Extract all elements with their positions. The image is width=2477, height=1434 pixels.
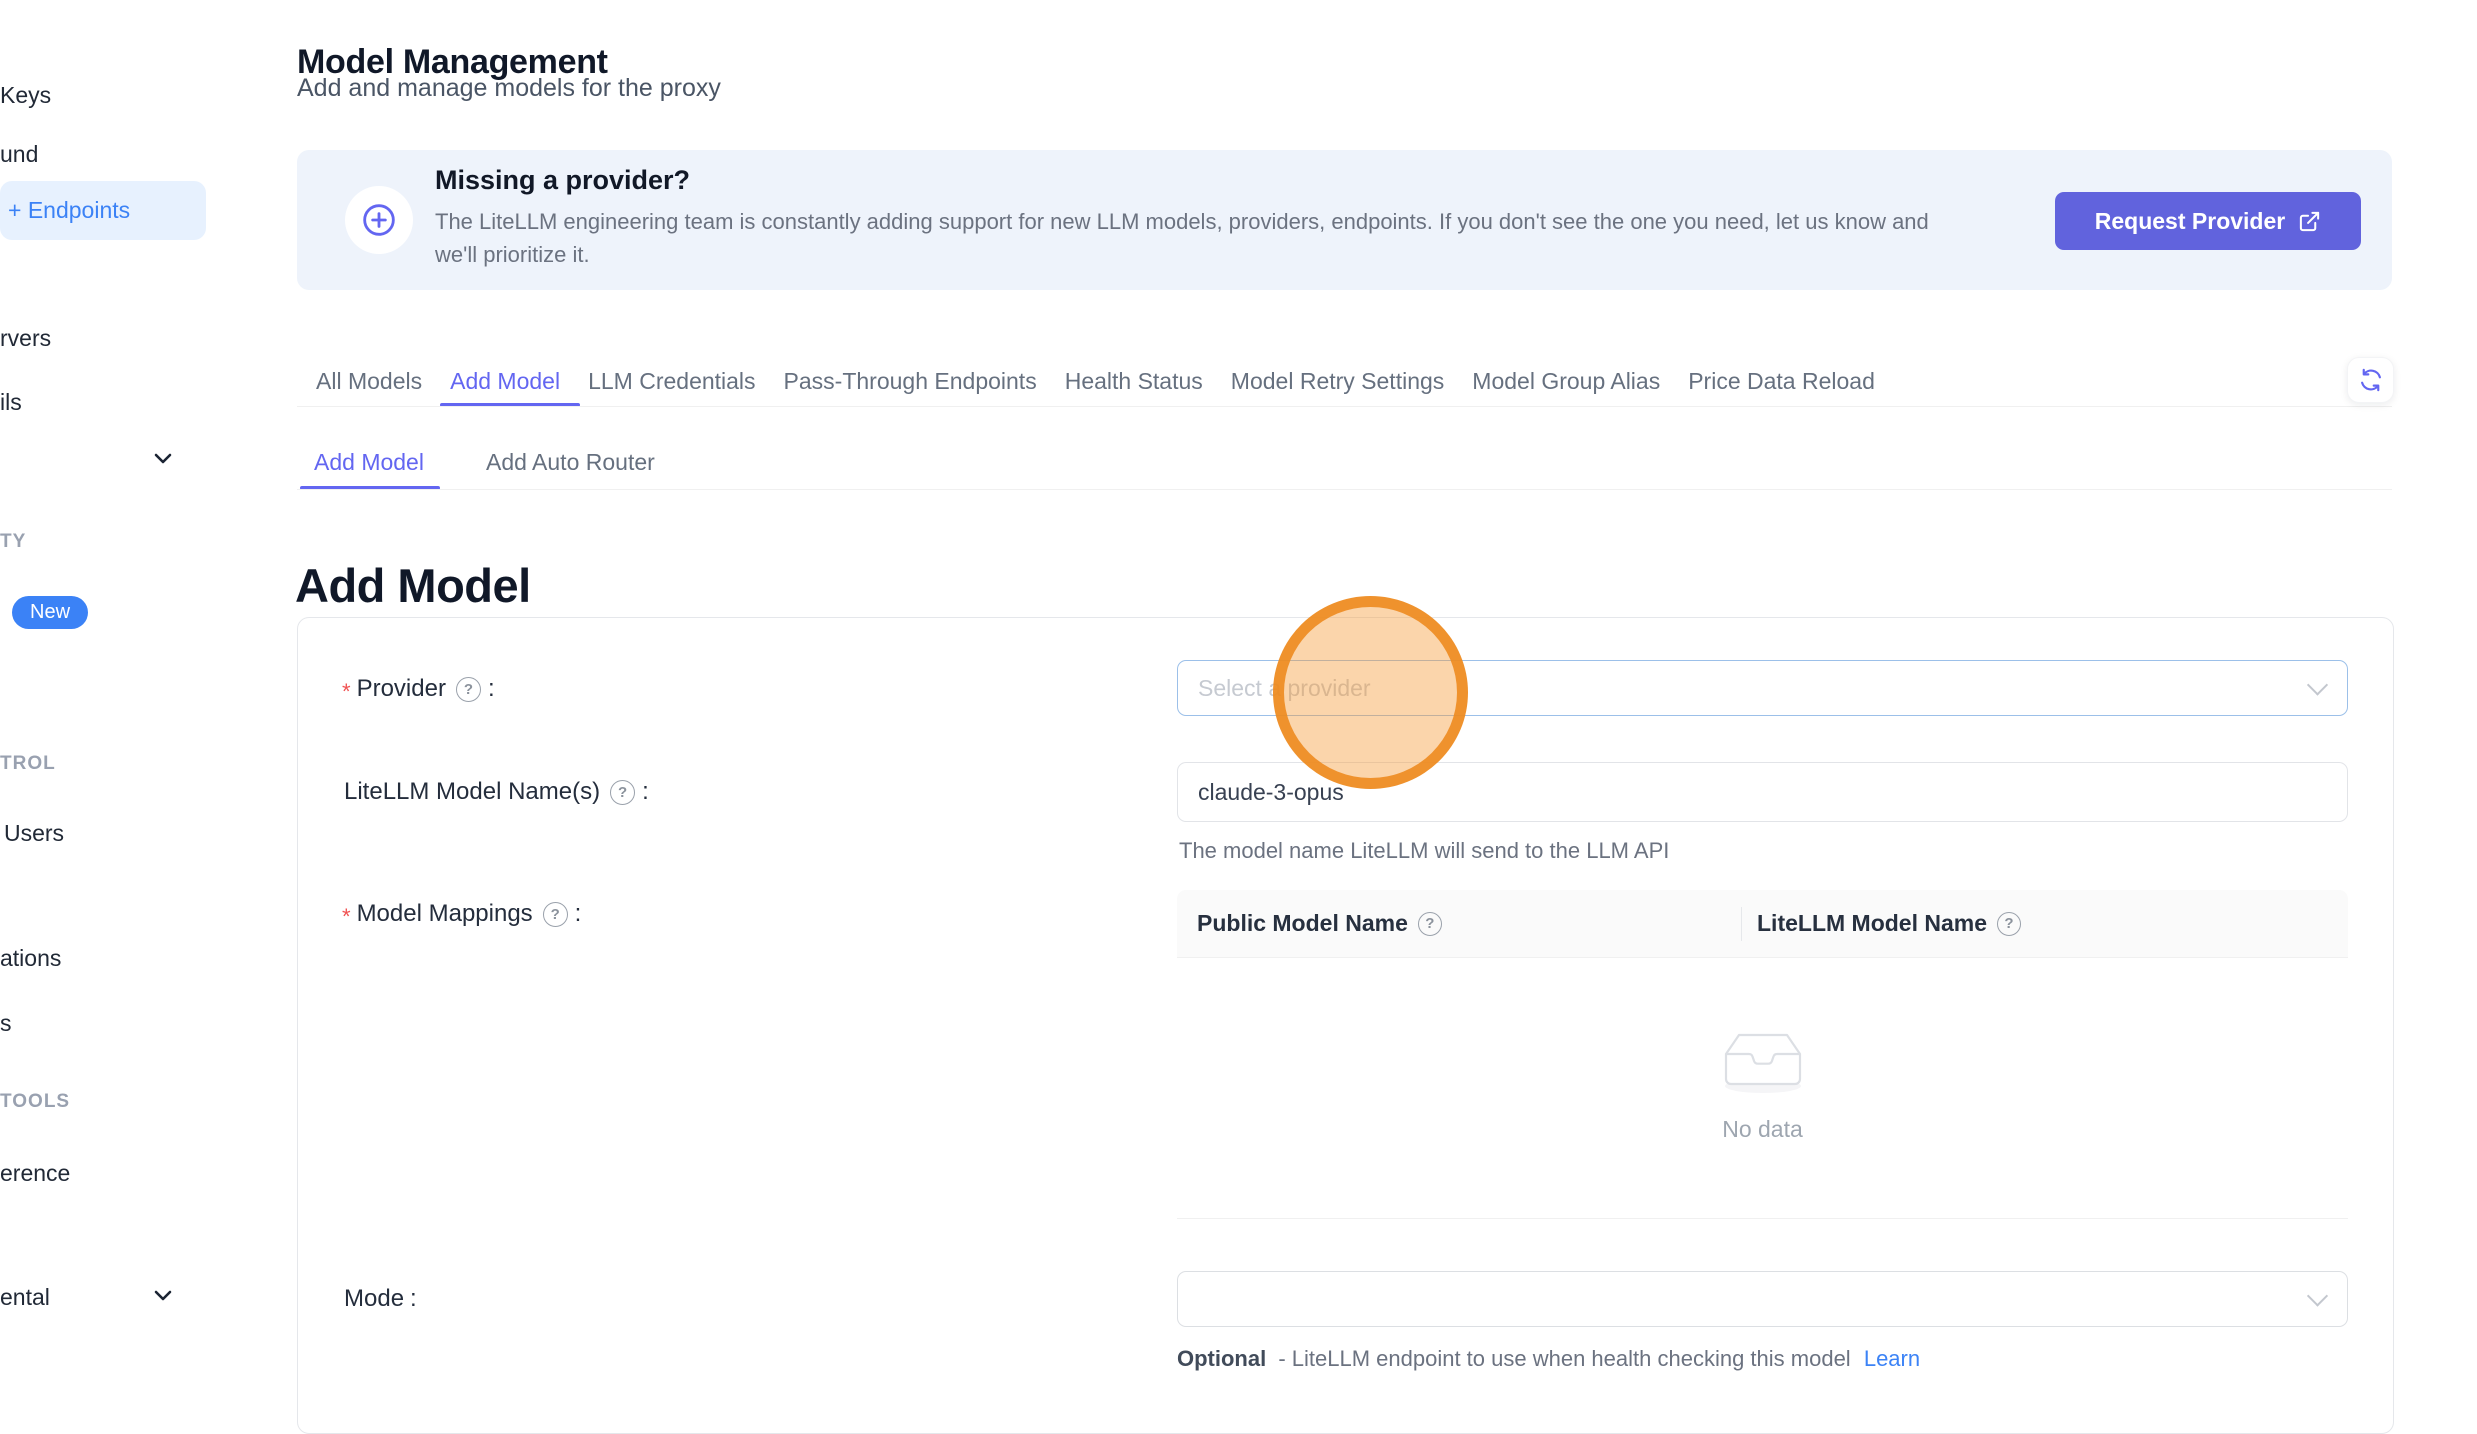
column-header-text: Public Model Name: [1197, 910, 1408, 937]
label-colon: :: [488, 675, 495, 703]
sidebar-item-servers[interactable]: rvers: [0, 325, 51, 352]
column-divider: [1741, 907, 1742, 941]
tab-price-data-reload[interactable]: Price Data Reload: [1688, 368, 1875, 395]
request-provider-label: Request Provider: [2095, 208, 2285, 235]
model-mappings-label: * Model Mappings ? :: [342, 898, 581, 930]
column-header-public-model-name: Public Model Name ?: [1177, 910, 1741, 937]
model-mappings-label-text: Model Mappings: [357, 900, 533, 928]
sidebar-section-ty: TY: [0, 531, 26, 553]
add-model-heading: Add Model: [295, 558, 531, 613]
mode-helper-text: - LiteLLM endpoint to use when health ch…: [1278, 1346, 1850, 1371]
sidebar-item-users[interactable]: Users: [4, 820, 64, 847]
model-mappings-table-header: Public Model Name ? LiteLLM Model Name ?: [1177, 890, 2348, 958]
banner-heading: Missing a provider?: [435, 165, 690, 196]
table-bottom-border: [1177, 1218, 2348, 1219]
help-icon[interactable]: ?: [610, 780, 635, 805]
tab-all-models[interactable]: All Models: [316, 368, 422, 395]
column-header-litellm-model-name: LiteLLM Model Name ?: [1741, 910, 2021, 937]
provider-select-placeholder: Select a provider: [1198, 661, 1371, 715]
tab-pass-through-endpoints[interactable]: Pass-Through Endpoints: [784, 368, 1037, 395]
chevron-down-icon: [2307, 674, 2328, 695]
tab-llm-credentials[interactable]: LLM Credentials: [588, 368, 755, 395]
tabs-divider: [297, 406, 2392, 407]
required-asterisk: *: [342, 679, 351, 705]
page: { "colors": { "accent": "#6366f1", "link…: [0, 0, 2477, 1385]
plus-circle-icon: [345, 186, 413, 254]
model-name-helper: The model name LiteLLM will send to the …: [1179, 838, 1669, 864]
tab-model-group-alias[interactable]: Model Group Alias: [1472, 368, 1660, 395]
help-icon[interactable]: ?: [456, 677, 481, 702]
sidebar-item-s[interactable]: s: [0, 1010, 12, 1037]
sidebar-item-organizations[interactable]: ations: [0, 945, 61, 972]
chevron-down-icon: [2307, 1285, 2328, 1306]
sidebar-item-endpoints-label: + Endpoints: [0, 197, 130, 224]
tab-health-status[interactable]: Health Status: [1065, 368, 1203, 395]
sidebar-item-erence[interactable]: erence: [0, 1160, 70, 1187]
sidebar-section-trol: TROL: [0, 753, 56, 775]
sidebar-section-tools: TOOLS: [0, 1091, 70, 1113]
label-colon: :: [642, 778, 649, 806]
sidebar-item-playground[interactable]: und: [0, 141, 38, 168]
label-colon: :: [410, 1285, 417, 1313]
provider-select[interactable]: Select a provider: [1177, 660, 2348, 716]
column-header-text: LiteLLM Model Name: [1757, 910, 1987, 937]
model-name-label: LiteLLM Model Name(s) ? :: [344, 776, 649, 808]
mode-label-text: Mode: [344, 1285, 404, 1313]
required-asterisk: *: [342, 904, 351, 930]
tab-model-retry-settings[interactable]: Model Retry Settings: [1231, 368, 1444, 395]
banner-body-line1: The LiteLLM engineering team is constant…: [435, 205, 1929, 238]
model-tabs: All Models Add Model LLM Credentials Pas…: [316, 368, 1875, 395]
sidebar-item-experimental[interactable]: ental: [0, 1284, 50, 1311]
learn-link[interactable]: Learn: [1864, 1346, 1920, 1371]
new-badge: New: [12, 596, 88, 629]
provider-label: * Provider ? :: [342, 673, 495, 705]
missing-provider-banner: Missing a provider? The LiteLLM engineer…: [297, 150, 2392, 290]
help-icon[interactable]: ?: [1997, 912, 2021, 936]
refresh-icon: [2358, 367, 2384, 393]
subtab-add-auto-router[interactable]: Add Auto Router: [486, 449, 655, 476]
chevron-down-icon[interactable]: [151, 1283, 175, 1307]
no-data-text: No data: [1177, 1116, 2348, 1143]
empty-box-icon: [1717, 1022, 1809, 1101]
chevron-down-icon[interactable]: [151, 446, 175, 470]
sidebar-item-endpoints[interactable]: + Endpoints: [0, 181, 206, 240]
request-provider-button[interactable]: Request Provider: [2055, 192, 2361, 250]
page-subtitle: Add and manage models for the proxy: [297, 74, 721, 103]
sidebar-item-keys[interactable]: Keys: [0, 82, 51, 109]
banner-body: The LiteLLM engineering team is constant…: [435, 205, 1929, 271]
banner-body-line2: we'll prioritize it.: [435, 238, 1929, 271]
refresh-button[interactable]: [2347, 357, 2394, 403]
model-name-label-text: LiteLLM Model Name(s): [344, 778, 600, 806]
label-colon: :: [575, 900, 582, 928]
provider-label-text: Provider: [357, 675, 446, 703]
tab-add-model[interactable]: Add Model: [450, 368, 560, 395]
mode-helper: Optional - LiteLLM endpoint to use when …: [1177, 1346, 1920, 1372]
mode-helper-optional: Optional: [1177, 1346, 1266, 1371]
subtabs-divider: [297, 489, 2392, 490]
mode-label: Mode :: [344, 1283, 417, 1315]
model-name-input[interactable]: [1177, 762, 2348, 822]
help-icon[interactable]: ?: [543, 902, 568, 927]
help-icon[interactable]: ?: [1418, 912, 1442, 936]
mode-select[interactable]: [1177, 1271, 2348, 1327]
sidebar: Keys und + Endpoints rvers ils TY New TR…: [0, 0, 240, 1385]
external-link-icon: [2298, 210, 2321, 233]
sidebar-item-ils[interactable]: ils: [0, 389, 22, 416]
subtab-add-model[interactable]: Add Model: [314, 449, 424, 476]
